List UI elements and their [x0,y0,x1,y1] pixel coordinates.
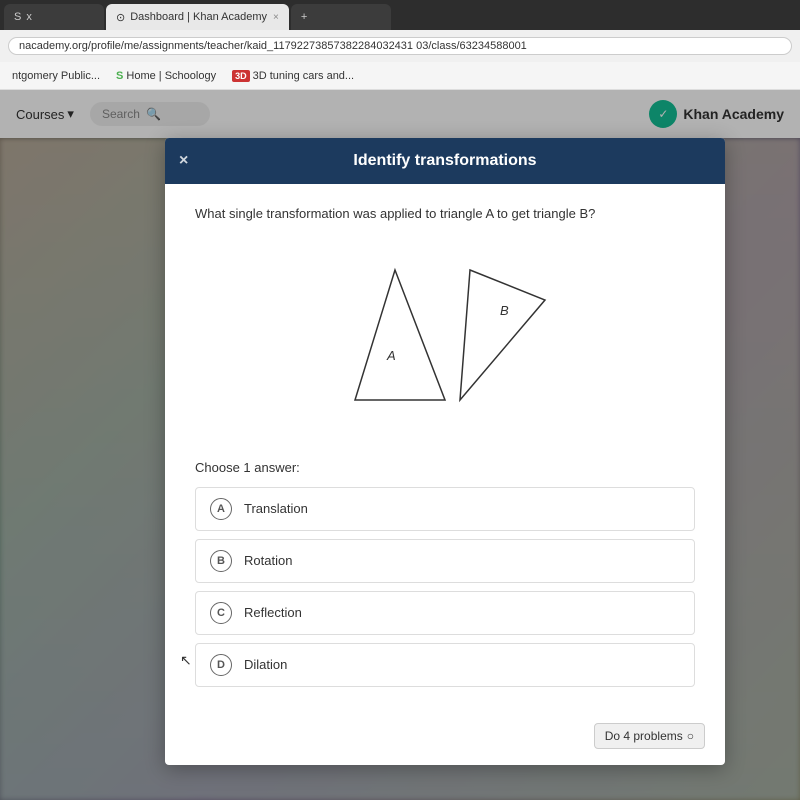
mouse-cursor-icon: ↖ [180,652,192,669]
choice-b[interactable]: B Rotation [195,539,695,583]
modal-body: What single transformation was applied t… [165,184,725,715]
diagram-container: A B [195,240,695,440]
choice-b-letter: B [210,550,232,572]
triangle-b-label: B [500,303,509,318]
tab-bar: S x ⊙ Dashboard | Khan Academy × + [0,0,800,30]
tab-s-icon: S [14,11,21,23]
tab-khan-icon: ⊙ [116,11,125,24]
choice-a-text: Translation [244,501,308,516]
do-problems-label: Do 4 problems [605,729,683,743]
tab-khan-academy[interactable]: ⊙ Dashboard | Khan Academy × [106,4,289,30]
bookmark-schoology-label: Home | Schoology [126,70,216,82]
bookmark-3d-icon: 3D [232,70,250,82]
browser-chrome: S x ⊙ Dashboard | Khan Academy × + nacad… [0,0,800,90]
main-content: Courses ▾ Search 🔍 ✓ Khan Academy × Iden… [0,90,800,800]
modal-dialog: × Identify transformations What single t… [165,138,725,765]
bookmark-schoology-icon: S [116,70,123,82]
tab-new[interactable]: + [291,4,391,30]
do-problems-button[interactable]: Do 4 problems ○ [594,723,705,749]
choice-a[interactable]: A Translation [195,487,695,531]
choice-d[interactable]: D Dilation ↖ [195,643,695,687]
choice-c-letter: C [210,602,232,624]
triangles-diagram: A B [315,240,575,440]
bookmarks-bar: ntgomery Public... S Home | Schoology 3D… [0,62,800,90]
tab-s[interactable]: S x [4,4,104,30]
choices-label: Choose 1 answer: [195,460,695,475]
bookmark-schoology[interactable]: S Home | Schoology [112,69,220,83]
do-problems-icon: ○ [687,729,694,743]
tab-new-label: + [301,11,307,23]
modal-title: Identify transformations [353,152,536,169]
bookmark-3d-label: 3D tuning cars and... [253,70,355,82]
modal-footer: Do 4 problems ○ [165,715,725,749]
bookmark-montgomery[interactable]: ntgomery Public... [8,69,104,83]
tab-khan-close[interactable]: × [273,12,279,23]
choice-c-text: Reflection [244,605,302,620]
modal-header: × Identify transformations [165,138,725,184]
tab-khan-label: Dashboard | Khan Academy [130,11,267,23]
modal-close-button[interactable]: × [179,152,188,170]
choice-c[interactable]: C Reflection [195,591,695,635]
choice-d-text: Dilation [244,657,287,672]
question-text: What single transformation was applied t… [195,204,695,224]
choice-a-letter: A [210,498,232,520]
address-bar: nacademy.org/profile/me/assignments/teac… [0,30,800,62]
tab-s-label: x [26,11,32,23]
triangle-a-label: A [386,348,396,363]
bookmark-3d[interactable]: 3D 3D tuning cars and... [228,69,358,83]
address-input[interactable]: nacademy.org/profile/me/assignments/teac… [8,37,792,55]
bookmark-montgomery-label: ntgomery Public... [12,70,100,82]
choice-b-text: Rotation [244,553,292,568]
choice-d-letter: D [210,654,232,676]
